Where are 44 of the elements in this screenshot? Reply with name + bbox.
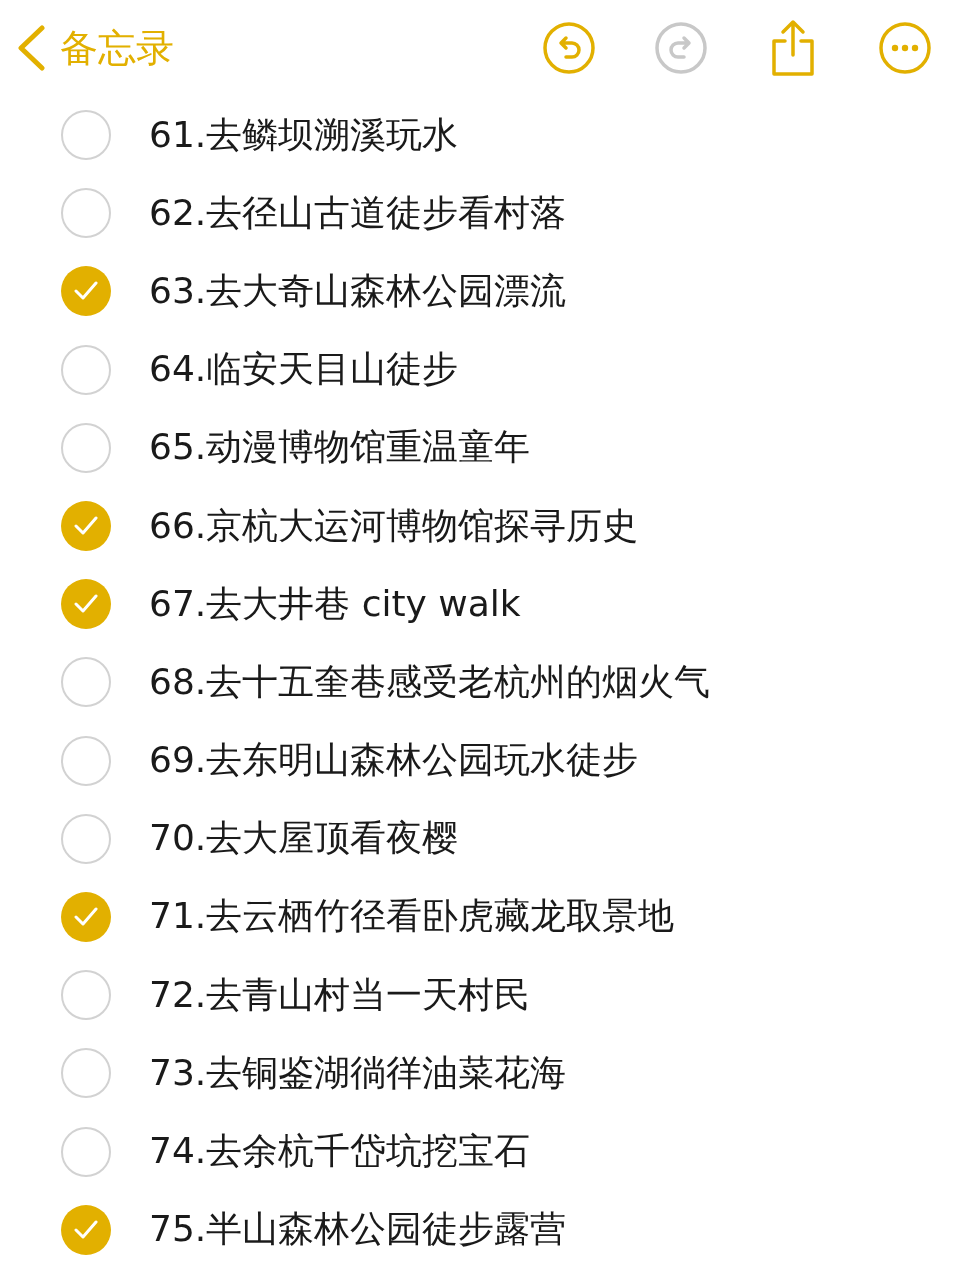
checkbox[interactable] (61, 891, 111, 942)
item-text: 63.去大奇山森林公园漂流 (149, 268, 567, 313)
more-button[interactable] (877, 20, 933, 76)
item-text: 62.去径山古道徒步看村落 (149, 190, 567, 235)
back-label: 备忘录 (60, 24, 174, 72)
item-text: 73.去铜鉴湖徜徉油菜花海 (149, 1050, 567, 1095)
item-text: 69.去东明山森林公园玩水徒步 (149, 738, 639, 783)
checkmark-icon (74, 281, 98, 302)
checkbox[interactable] (61, 735, 111, 786)
checkbox[interactable] (61, 579, 111, 630)
undo-button[interactable] (541, 20, 597, 76)
item-text: 68.去十五奎巷感受老杭州的烟火气 (149, 659, 711, 704)
checkmark-icon (74, 906, 98, 927)
chevron-left-icon (16, 25, 46, 71)
item-text: 75.半山森林公园徒步露营 (149, 1207, 567, 1252)
checkbox[interactable] (61, 110, 111, 161)
checkbox[interactable] (61, 1126, 111, 1177)
checkbox[interactable] (61, 188, 111, 239)
item-text: 64.临安天目山徒步 (149, 347, 459, 392)
undo-icon (542, 21, 596, 75)
item-text: 61.去鳞坝溯溪玩水 (149, 112, 459, 157)
checkbox[interactable] (61, 1204, 111, 1255)
checkbox[interactable] (61, 1048, 111, 1099)
more-icon (878, 21, 932, 75)
item-text: 71.去云栖竹径看卧虎藏龙取景地 (149, 894, 675, 939)
checkbox[interactable] (61, 657, 111, 708)
back-button[interactable]: 备忘录 (16, 22, 174, 74)
item-text: 67.去大井巷 city walk (149, 581, 521, 626)
item-text: 72.去青山村当一天村民 (149, 972, 531, 1017)
item-text: 65.动漫博物馆重温童年 (149, 425, 531, 470)
redo-icon (654, 21, 708, 75)
checkbox[interactable] (61, 970, 111, 1021)
share-icon (769, 19, 817, 77)
checkbox[interactable] (61, 422, 111, 473)
checkbox[interactable] (61, 501, 111, 552)
checkbox[interactable] (61, 344, 111, 395)
checkbox[interactable] (61, 813, 111, 864)
item-text: 66.京杭大运河博物馆探寻历史 (149, 503, 639, 548)
checkmark-icon (74, 516, 98, 537)
item-text: 70.去大屋顶看夜樱 (149, 816, 459, 861)
item-text: 74.去余杭千岱坑挖宝石 (149, 1129, 531, 1174)
checkbox[interactable] (61, 266, 111, 317)
checkmark-icon (74, 594, 98, 615)
checkmark-icon (74, 1219, 98, 1240)
